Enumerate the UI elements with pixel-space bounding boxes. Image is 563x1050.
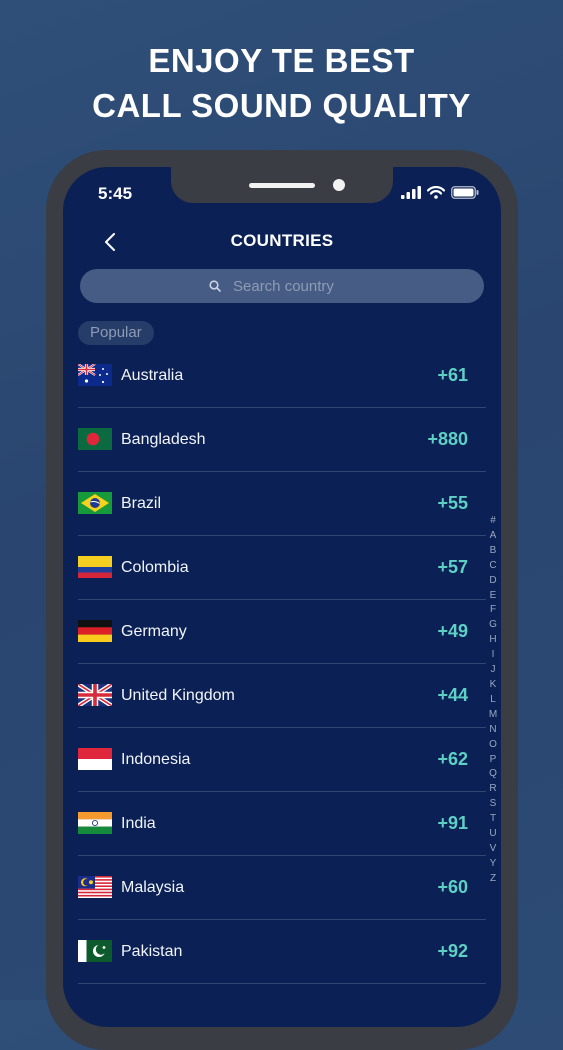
alphabet-index-letter[interactable]: Z [486,872,500,887]
country-code: +92 [437,941,468,961]
search-bar[interactable] [80,269,484,303]
country-row-colombia[interactable]: Colombia +57 [78,536,486,600]
alphabet-index-letter[interactable]: D [486,574,500,589]
alphabet-index-letter[interactable]: K [486,678,500,693]
front-camera [333,179,345,191]
alphabet-index-letter[interactable]: N [486,723,500,738]
section-label-popular: Popular [78,321,154,345]
country-code: +57 [437,557,468,577]
alphabet-index-letter[interactable]: E [486,589,500,604]
alphabet-index-letter[interactable]: P [486,753,500,768]
page-title: COUNTRIES [230,231,334,250]
country-row-united-kingdom[interactable]: United Kingdom +44 [78,664,486,728]
country-list: Australia +61 Bangladesh +880 Brazil +55 [78,344,486,984]
speaker-grille [249,183,315,188]
country-name: Australia [121,367,184,384]
country-row-india[interactable]: India +91 [78,792,486,856]
promo-headline-line1: ENJOY TE BEST [148,42,415,79]
alphabet-index-letter[interactable]: R [486,782,500,797]
country-row-bangladesh[interactable]: Bangladesh +880 [78,408,486,472]
signal-icon [401,185,421,199]
alphabet-index-letter[interactable]: O [486,738,500,753]
flag-australia-icon [78,364,112,386]
country-name: Malaysia [121,879,185,896]
country-row-indonesia[interactable]: Indonesia +62 [78,728,486,792]
flag-united-kingdom-icon [78,684,112,706]
promo-headline-line2: CALL SOUND QUALITY [92,87,471,124]
alphabet-index-letter[interactable]: I [486,648,500,663]
alphabet-index-letter[interactable]: S [486,797,500,812]
country-name: Pakistan [121,943,183,960]
alphabet-index-letter[interactable]: Y [486,857,500,872]
flag-germany-icon [78,620,112,642]
country-row-pakistan[interactable]: Pakistan +92 [78,920,486,984]
flag-colombia-icon [78,556,112,578]
country-row-brazil[interactable]: Brazil +55 [78,472,486,536]
alphabet-index-letter[interactable]: J [486,663,500,678]
alphabet-index-letter[interactable]: A [486,529,500,544]
alphabet-index-letter[interactable]: B [486,544,500,559]
phone-screen: 5:45 COUNTRIES Popular [63,167,501,1027]
status-icons [401,185,479,199]
country-code: +55 [437,493,468,513]
country-code: +880 [427,429,468,449]
country-code: +91 [437,813,468,833]
alphabet-index-letter[interactable]: G [486,618,500,633]
battery-icon [451,185,479,199]
alphabet-index-letter[interactable]: V [486,842,500,857]
promo-headline: ENJOY TE BEST CALL SOUND QUALITY [0,38,563,128]
country-name: Bangladesh [121,431,206,448]
country-code: +44 [437,685,468,705]
country-name: Indonesia [121,751,191,768]
country-name: United Kingdom [121,687,235,704]
alphabet-index-letter[interactable]: H [486,633,500,648]
search-icon [209,280,221,292]
flag-pakistan-icon [78,940,112,962]
alphabet-index-letter[interactable]: T [486,812,500,827]
flag-indonesia-icon [78,748,112,770]
alphabet-index-letter[interactable]: C [486,559,500,574]
flag-bangladesh-icon [78,428,112,450]
country-name: Germany [121,623,187,640]
country-row-australia[interactable]: Australia +61 [78,344,486,408]
alphabet-index-letter[interactable]: U [486,827,500,842]
flag-india-icon [78,812,112,834]
status-time: 5:45 [98,184,133,203]
country-name: Colombia [121,559,189,576]
wifi-icon [427,185,445,199]
country-code: +61 [437,365,468,385]
country-name: Brazil [121,495,162,512]
country-name: India [121,815,156,832]
alphabet-index-letter[interactable]: F [486,603,500,618]
alphabet-index-letter[interactable]: # [486,514,500,529]
alphabet-index-letter[interactable]: L [486,693,500,708]
flag-malaysia-icon [78,876,112,898]
country-code: +49 [437,621,468,641]
alphabet-index-letter[interactable]: M [486,708,500,723]
search-input[interactable] [231,276,355,296]
flag-brazil-icon [78,492,112,514]
country-row-malaysia[interactable]: Malaysia +60 [78,856,486,920]
country-row-germany[interactable]: Germany +49 [78,600,486,664]
country-code: +62 [437,749,468,769]
country-code: +60 [437,877,468,897]
alphabet-index[interactable]: # A B C D E F G H I J K L M N O P Q R S T U V Y Z [486,514,500,887]
phone-notch [171,167,393,203]
alphabet-index-letter[interactable]: Q [486,767,500,782]
